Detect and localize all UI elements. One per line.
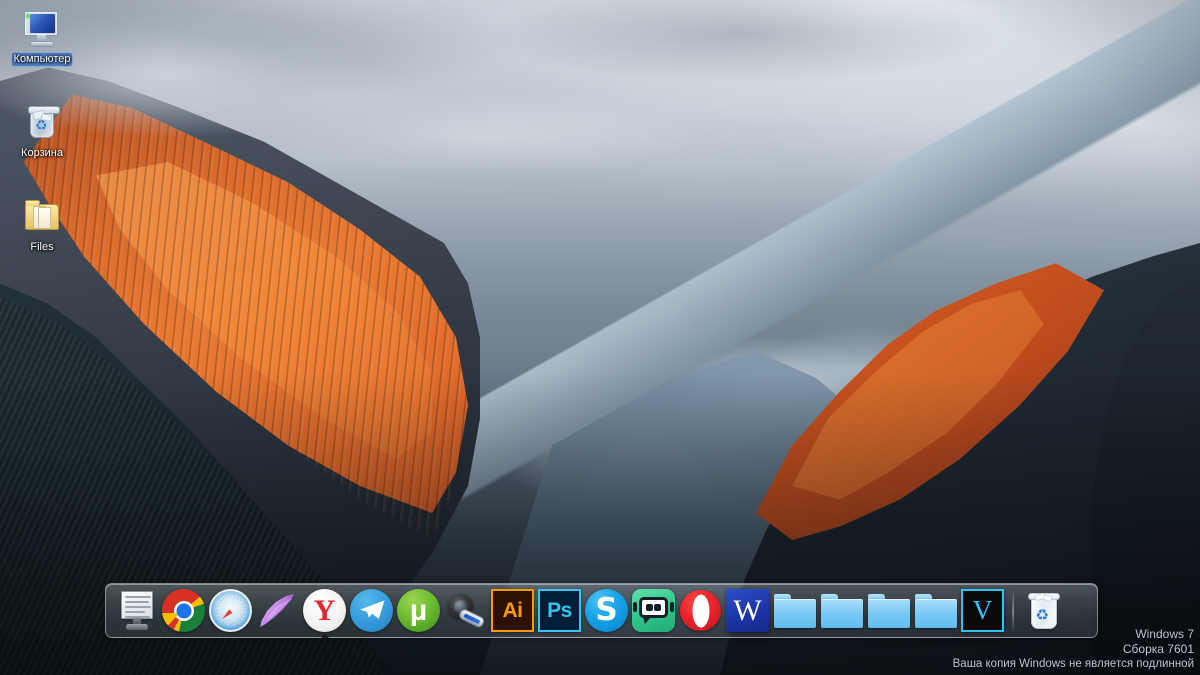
opera-icon [679,589,722,632]
trash-icon: ♻ [1023,589,1065,633]
yandex-icon: Y [303,589,346,632]
dock-item-photoshop[interactable]: Ps [536,587,583,634]
streamlabs-icon [632,589,675,632]
desktop-icon-label: Корзина [21,147,63,159]
watermark-line-3: Ваша копия Windows не является подлинной [952,658,1194,670]
running-indicator [320,634,329,638]
folder-icon [820,592,864,630]
dock-item-folder-2[interactable] [818,587,865,634]
wrench-icon [444,589,488,633]
safari-icon [209,589,252,632]
utorrent-icon: µ [397,589,440,632]
dock-item-folder-1[interactable] [771,587,818,634]
folder-icon [914,592,958,630]
dock-item-utorrent[interactable]: µ [395,587,442,634]
dock-item-illustrator[interactable]: Ai [489,587,536,634]
feather-icon [256,589,300,633]
dock-item-telegram[interactable] [348,587,395,634]
watermark-line-2: Сборка 7601 [1122,642,1194,656]
dock-item-tools[interactable] [442,587,489,634]
skype-icon: S [585,589,628,632]
desktop-icon-computer[interactable]: Компьютер [2,8,82,66]
vegas-icon: V [961,589,1004,632]
dock-item-folder-3[interactable] [865,587,912,634]
photoshop-icon: Ps [538,589,581,632]
dock-item-notepad[interactable] [113,587,160,634]
folder-icon [21,196,63,238]
wallpaper-vignette-layer [0,0,1200,675]
dock-item-skype[interactable]: S [583,587,630,634]
notepad-icon [115,589,159,633]
word-icon: W [726,589,769,632]
dock[interactable]: Y µ Ai Ps S W V ♻ [105,583,1098,638]
dock-separator [1012,590,1014,631]
recycle-bin-icon: ♻ [21,102,63,144]
illustrator-icon: Ai [491,589,534,632]
desktop-icon-label: Files [30,241,54,253]
dock-item-safari[interactable] [207,587,254,634]
windows-activation-watermark: Windows 7 Сборка 7601 Ваша копия Windows… [953,627,1194,672]
dock-item-streamlabs[interactable] [630,587,677,634]
folder-icon [773,592,817,630]
dock-item-yandex[interactable]: Y [301,587,348,638]
dock-item-feather[interactable] [254,587,301,634]
dock-item-opera[interactable] [677,587,724,634]
dock-item-chrome[interactable] [160,587,207,634]
dock-item-word[interactable]: W [724,587,771,634]
watermark-line-1: Windows 7 [1135,627,1194,641]
desktop-icon-label: Компьютер [11,53,73,66]
desktop[interactable] [0,0,1200,675]
desktop-icon-recycle-bin[interactable]: ♻ Корзина [2,102,82,160]
monitor-icon [21,8,63,50]
folder-icon [867,592,911,630]
telegram-icon [350,589,393,632]
desktop-icon-files[interactable]: Files [2,196,82,254]
chrome-icon [162,589,205,632]
